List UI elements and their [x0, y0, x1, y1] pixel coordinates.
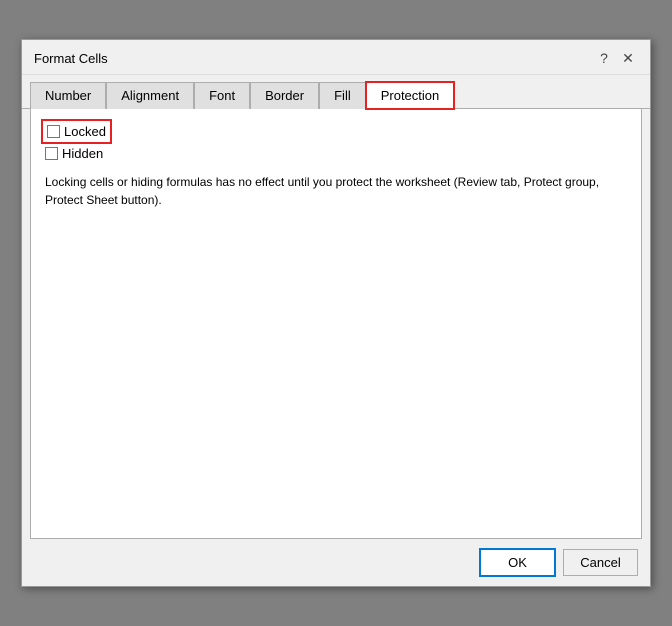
- locked-row: Locked: [45, 123, 627, 140]
- locked-wrapper: Locked: [45, 123, 108, 140]
- ok-button[interactable]: OK: [480, 549, 555, 576]
- hidden-label[interactable]: Hidden: [62, 146, 103, 161]
- protection-description: Locking cells or hiding formulas has no …: [45, 173, 627, 209]
- locked-checkbox[interactable]: [47, 125, 60, 138]
- hidden-row: Hidden: [45, 146, 627, 161]
- content-area: Locked Hidden Locking cells or hiding fo…: [30, 109, 642, 539]
- hidden-wrapper: Hidden: [45, 146, 103, 161]
- dialog-title: Format Cells: [34, 51, 108, 66]
- tab-number[interactable]: Number: [30, 82, 106, 109]
- cancel-button[interactable]: Cancel: [563, 549, 638, 576]
- tab-protection[interactable]: Protection: [366, 82, 455, 109]
- tab-border[interactable]: Border: [250, 82, 319, 109]
- tab-fill[interactable]: Fill: [319, 82, 366, 109]
- close-button[interactable]: ✕: [618, 48, 638, 68]
- tab-font[interactable]: Font: [194, 82, 250, 109]
- hidden-checkbox[interactable]: [45, 147, 58, 160]
- help-button[interactable]: ?: [594, 48, 614, 68]
- title-bar-right: ? ✕: [594, 48, 638, 68]
- dialog-footer: OK Cancel: [22, 539, 650, 586]
- title-bar: Format Cells ? ✕: [22, 40, 650, 75]
- tabs-container: Number Alignment Font Border Fill Protec…: [22, 75, 650, 109]
- format-cells-dialog: Format Cells ? ✕ Number Alignment Font B…: [21, 39, 651, 587]
- title-bar-left: Format Cells: [34, 51, 108, 66]
- tab-alignment[interactable]: Alignment: [106, 82, 194, 109]
- locked-label[interactable]: Locked: [64, 124, 106, 139]
